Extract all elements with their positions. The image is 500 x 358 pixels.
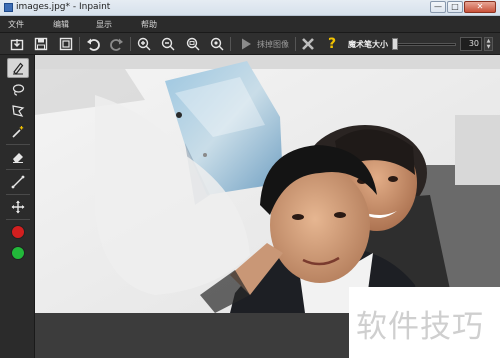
zoom-in-icon[interactable] — [135, 36, 153, 52]
polygon-lasso-icon — [12, 105, 25, 117]
play-icon[interactable] — [237, 36, 255, 52]
maximize-button[interactable]: □ — [447, 1, 463, 13]
menu-edit[interactable]: 编辑 — [53, 19, 69, 30]
help-icon[interactable]: ? — [323, 36, 341, 52]
line-tool-button[interactable] — [7, 172, 29, 192]
lasso-tool-button[interactable] — [7, 80, 29, 100]
menu-view[interactable]: 显示 — [96, 19, 112, 30]
sidebar-divider — [6, 169, 30, 170]
magic-wand-icon — [12, 126, 24, 138]
green-color-swatch — [11, 246, 25, 260]
menu-bar: 文件 编辑 显示 帮助 — [0, 16, 500, 33]
brush-size-input[interactable]: 30 — [460, 37, 482, 51]
brush-size-slider-track[interactable] — [392, 43, 456, 46]
magic-wand-tool-button[interactable] — [7, 122, 29, 142]
app-icon — [4, 3, 13, 12]
toolbar-divider — [79, 37, 80, 51]
photo-canvas[interactable] — [35, 55, 500, 313]
zoom-out-icon[interactable] — [159, 36, 177, 52]
watermark-text: 软件技巧 — [356, 309, 484, 345]
brush-size-label: 魔术笔大小 — [348, 40, 388, 49]
zoom-fit-icon[interactable] — [208, 36, 226, 52]
move-icon — [11, 200, 25, 214]
eraser-icon — [13, 153, 23, 163]
polygon-lasso-tool-button[interactable] — [7, 101, 29, 121]
close-button[interactable]: ✕ — [464, 1, 496, 13]
sidebar-divider — [6, 144, 30, 145]
undo-icon[interactable] — [84, 36, 102, 52]
red-color-swatch — [11, 225, 25, 239]
cancel-icon[interactable] — [299, 36, 317, 52]
lasso-icon — [12, 84, 25, 96]
sidebar-divider — [6, 219, 30, 220]
green-color-button[interactable] — [7, 243, 29, 263]
tool-sidebar — [0, 55, 35, 358]
toolbar-divider — [230, 37, 231, 51]
marker-icon — [13, 62, 24, 75]
minimize-button[interactable]: — — [430, 1, 446, 13]
line-icon — [11, 175, 25, 189]
save-icon[interactable] — [32, 36, 50, 52]
spin-down-icon[interactable]: ▼ — [485, 44, 492, 50]
toolbar-divider — [295, 37, 296, 51]
menu-help[interactable]: 帮助 — [141, 19, 157, 30]
photo-image — [35, 55, 500, 313]
eraser-tool-button[interactable] — [7, 147, 29, 167]
title-bar: images.jpg* - Inpaint — □ ✕ — [0, 0, 500, 16]
marker-tool-button[interactable] — [7, 58, 29, 78]
redo-icon[interactable] — [108, 36, 126, 52]
sidebar-divider — [6, 194, 30, 195]
red-color-button[interactable] — [7, 222, 29, 242]
toolbar-divider — [130, 37, 131, 51]
brush-size-slider-handle[interactable] — [392, 38, 399, 50]
brush-size-stepper[interactable]: ▲ ▼ — [484, 37, 493, 51]
move-tool-button[interactable] — [7, 197, 29, 217]
erase-image-button-label[interactable]: 抹掉图像 — [257, 39, 289, 50]
zoom-actual-icon[interactable] — [184, 36, 202, 52]
toolbar: 抹掉图像 ? 魔术笔大小 30 ▲ ▼ — [0, 33, 500, 55]
save-as-icon[interactable] — [57, 36, 75, 52]
menu-file[interactable]: 文件 — [8, 19, 24, 30]
open-file-icon[interactable] — [8, 36, 26, 52]
window-title: images.jpg* - Inpaint — [16, 2, 111, 12]
